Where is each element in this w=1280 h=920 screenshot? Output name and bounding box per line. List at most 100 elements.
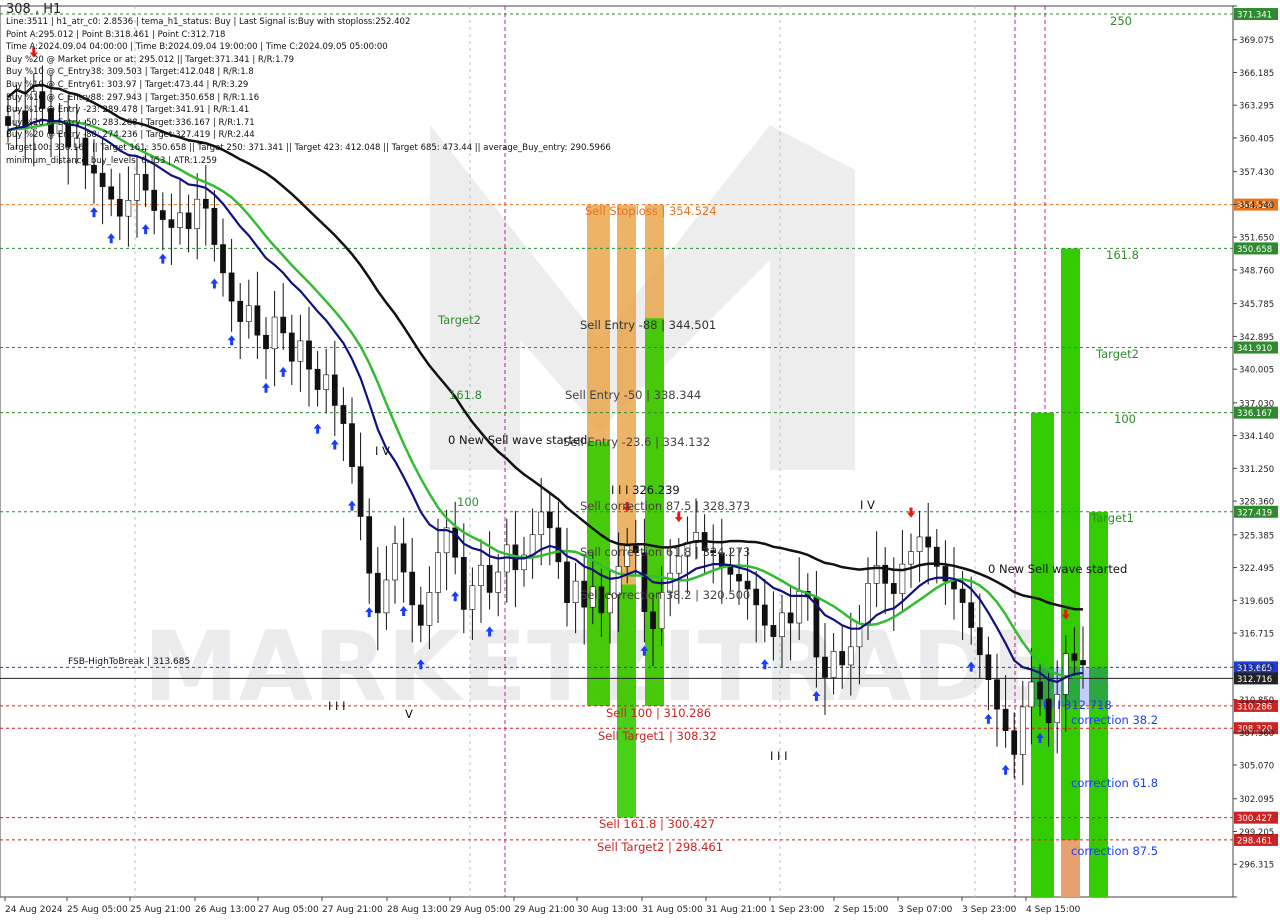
- buy-arrow: [348, 500, 356, 511]
- candle-body: [976, 627, 983, 656]
- level-tag-label: 371.341: [1237, 11, 1272, 21]
- candle-body: [538, 511, 545, 535]
- level-tag-label: 341.910: [1237, 344, 1272, 354]
- candle-body: [177, 212, 183, 228]
- candle-body: [271, 316, 278, 350]
- sell-level-label: Sell 161.8 | 300.427: [599, 817, 715, 831]
- x-tick-label: 31 Aug 05:00: [642, 905, 703, 915]
- candle-body: [495, 571, 502, 593]
- sell-level-label: Sell correction 38.2 | 320.500: [580, 588, 750, 602]
- candle-body: [486, 564, 493, 593]
- candle-body: [125, 200, 132, 217]
- candle-body: [306, 340, 312, 370]
- candle-body: [890, 583, 897, 594]
- signal-info-panel: Line:3511 | h1_atr_c0: 2.8536 | tema_h1_…: [6, 5, 611, 167]
- buy-arrow: [279, 366, 288, 377]
- info-line: Buy %10 @ C_Entry61: 303.97 | Target:473…: [6, 79, 249, 90]
- level-tag-label: 300.427: [1237, 814, 1272, 824]
- candle-body: [822, 656, 828, 678]
- candle-body: [349, 423, 355, 467]
- sell-target-band: [617, 584, 636, 818]
- candle-body: [916, 536, 923, 552]
- candle-body: [426, 592, 433, 626]
- x-tick-label: 28 Aug 13:00: [387, 905, 448, 915]
- buy-arrow: [451, 591, 460, 602]
- level-tag-label: 327.419: [1237, 508, 1272, 518]
- info-line: Target100: 336.167 || Target 161: 350.65…: [6, 142, 611, 153]
- buy-arrow: [1001, 764, 1010, 775]
- candle-body: [951, 580, 957, 590]
- chart-annotation: FSB-HighToBreak | 313.685: [68, 657, 190, 667]
- candle-body: [925, 536, 932, 548]
- candle-body: [1071, 653, 1078, 661]
- y-tick-label: 316.715: [1239, 630, 1274, 640]
- y-tick-label: 342.895: [1239, 333, 1274, 343]
- buy-arrow: [313, 423, 322, 434]
- x-tick-label: 27 Aug 05:00: [258, 905, 319, 915]
- candle-body: [469, 585, 476, 610]
- buy-level-label: correction 87.5: [1071, 844, 1158, 858]
- candle-body: [116, 198, 123, 217]
- buy-level-label: Target1: [1090, 511, 1134, 525]
- x-tick-label: 4 Sep 15:00: [1026, 905, 1081, 915]
- candle-body: [959, 588, 966, 603]
- y-tick-label: 319.605: [1239, 597, 1274, 607]
- candle-body: [374, 572, 381, 614]
- sell-level-label: Sell correction 87.5 | 328.373: [580, 499, 750, 513]
- y-tick-label: 354.540: [1239, 201, 1274, 211]
- y-tick-label: 360.405: [1239, 134, 1274, 144]
- info-line: Buy %10 @ Entry -23: 289.478 | Target:34…: [6, 105, 250, 116]
- y-tick-label: 337.030: [1239, 399, 1274, 409]
- candle-body: [908, 551, 914, 565]
- chart-annotation: I I I 312.718: [1043, 698, 1112, 712]
- level-tag-label: 336.167: [1237, 409, 1272, 419]
- x-tick-label: 26 Aug 13:00: [195, 905, 256, 915]
- candle-body: [830, 651, 837, 678]
- chart-annotation: I I I: [770, 749, 788, 763]
- candle-body: [564, 561, 570, 603]
- y-tick-label: 313.740: [1239, 663, 1274, 673]
- candle-body: [1011, 730, 1018, 755]
- x-tick-label: 1 Sep 23:00: [770, 905, 825, 915]
- sell-arrow: [907, 507, 915, 518]
- candle-body: [572, 580, 579, 603]
- y-tick-label: 351.650: [1239, 234, 1274, 244]
- buy-level-label: 161.8: [1106, 248, 1139, 262]
- y-tick-label: 331.250: [1239, 465, 1274, 475]
- x-tick-label: 30 Aug 13:00: [577, 905, 638, 915]
- candle-body: [736, 574, 742, 582]
- y-tick-label: 307.960: [1239, 729, 1274, 739]
- candle-body: [366, 516, 373, 574]
- sell-level-label: Sell 100 | 310.286: [606, 706, 711, 720]
- candle-body: [383, 579, 390, 614]
- y-tick-label: 305.070: [1239, 762, 1274, 772]
- chart-annotation: 161.8: [449, 388, 482, 402]
- sell-arrow: [674, 512, 683, 523]
- buy-target-band: [1031, 412, 1054, 897]
- candle-body: [288, 332, 295, 362]
- sell-level-label: Sell correction 61.8 | 324.273: [580, 545, 750, 559]
- info-line: Time A:2024.09.04 04:00:00 | Time B:2024…: [6, 42, 388, 53]
- info-line: Buy %20 @ Entry -50: 283.288 | Target:33…: [6, 117, 255, 128]
- candle-body: [108, 186, 115, 200]
- chart-annotation: I I I: [328, 699, 346, 713]
- y-tick-label: 334.140: [1239, 432, 1274, 442]
- watermark-logo: [430, 125, 855, 470]
- sell-level-label: Sell Target2 | 298.461: [597, 840, 723, 854]
- candle-body: [99, 172, 106, 188]
- x-tick-label: 25 Aug 05:00: [67, 905, 128, 915]
- x-tick-label: 3 Sep 23:00: [962, 905, 1017, 915]
- y-tick-label: 357.430: [1239, 168, 1274, 178]
- info-line: Buy %20 @ Market price or at: 295.012 ||…: [6, 54, 295, 65]
- y-tick-label: 363.295: [1239, 102, 1274, 112]
- x-tick-label: 29 Aug 05:00: [450, 905, 511, 915]
- y-tick-label: 369.075: [1239, 36, 1274, 46]
- chart-annotation: Target2: [437, 313, 481, 327]
- candle-body: [331, 374, 338, 406]
- candle-body: [994, 679, 1000, 710]
- buy-level-label: 100: [1114, 412, 1136, 426]
- candle-body: [1062, 653, 1069, 695]
- y-tick-label: 328.360: [1239, 498, 1274, 508]
- y-tick-label: 302.095: [1239, 795, 1274, 805]
- candle-body: [865, 583, 871, 624]
